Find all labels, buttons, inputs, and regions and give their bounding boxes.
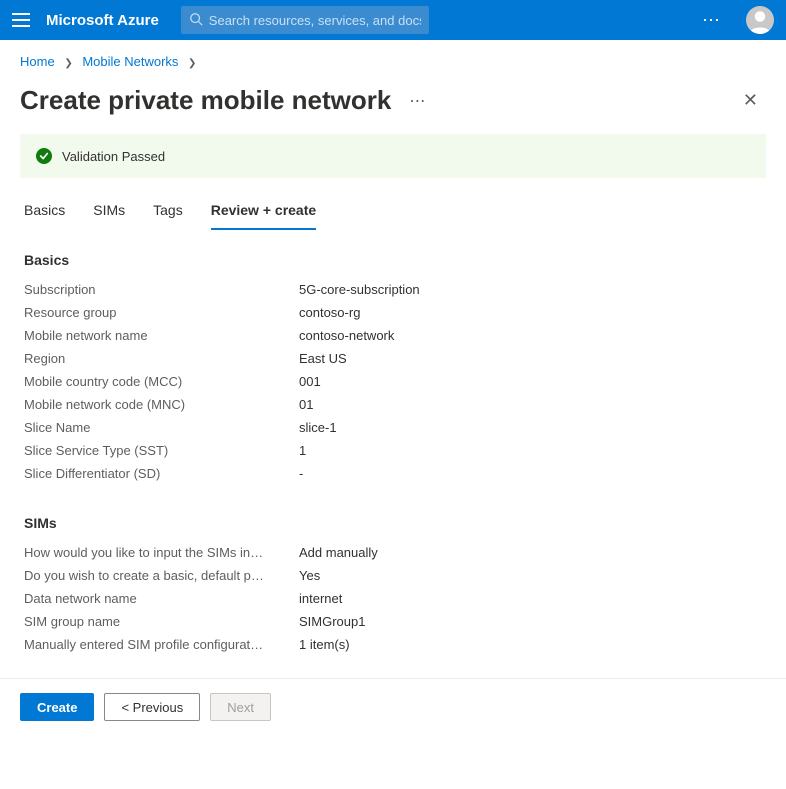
tab-basics[interactable]: Basics — [24, 196, 65, 230]
content: Basics Subscription5G-core-subscriptionR… — [0, 230, 786, 678]
search-input[interactable] — [209, 13, 422, 28]
kv-key: Slice Service Type (SST) — [24, 443, 299, 458]
section-sims: SIMs How would you like to input the SIM… — [24, 515, 762, 652]
tabs: Basics SIMs Tags Review + create — [0, 196, 786, 230]
topbar: Microsoft Azure ⋯ — [0, 0, 786, 40]
search-icon — [189, 12, 203, 29]
check-circle-icon — [36, 148, 52, 164]
validation-text: Validation Passed — [62, 149, 165, 164]
kv-val: 1 item(s) — [299, 637, 350, 652]
kv-row: Mobile network code (MNC)01 — [24, 397, 762, 412]
tab-tags[interactable]: Tags — [153, 196, 183, 230]
kv-val: 001 — [299, 374, 321, 389]
previous-button[interactable]: < Previous — [104, 693, 200, 721]
brand-label: Microsoft Azure — [46, 12, 159, 29]
kv-row: How would you like to input the SIMs in…… — [24, 545, 762, 560]
validation-banner: Validation Passed — [20, 134, 766, 178]
kv-key: Subscription — [24, 282, 299, 297]
kv-val: slice-1 — [299, 420, 337, 435]
kv-key: Mobile network code (MNC) — [24, 397, 299, 412]
kv-val: SIMGroup1 — [299, 614, 365, 629]
kv-val: 5G-core-subscription — [299, 282, 420, 297]
kv-key: SIM group name — [24, 614, 299, 629]
kv-row: Slice Nameslice-1 — [24, 420, 762, 435]
breadcrumb-link-home[interactable]: Home — [20, 54, 55, 69]
breadcrumb: Home ❯ Mobile Networks ❯ — [0, 40, 786, 77]
kv-row: RegionEast US — [24, 351, 762, 366]
kv-row: SIM group nameSIMGroup1 — [24, 614, 762, 629]
kv-key: Slice Differentiator (SD) — [24, 466, 299, 481]
kv-key: Region — [24, 351, 299, 366]
footer: Create < Previous Next — [0, 678, 786, 747]
next-button: Next — [210, 693, 271, 721]
kv-row: Manually entered SIM profile configurat…… — [24, 637, 762, 652]
kv-key: Do you wish to create a basic, default p… — [24, 568, 299, 583]
kv-val: East US — [299, 351, 347, 366]
section-title-basics: Basics — [24, 252, 762, 268]
tab-review-create[interactable]: Review + create — [211, 196, 316, 230]
kv-row: Mobile country code (MCC)001 — [24, 374, 762, 389]
avatar[interactable] — [746, 6, 774, 34]
hamburger-menu-icon[interactable] — [12, 11, 30, 29]
kv-row: Data network nameinternet — [24, 591, 762, 606]
chevron-right-icon: ❯ — [64, 58, 72, 69]
kv-val: internet — [299, 591, 342, 606]
kv-val: Add manually — [299, 545, 378, 560]
kv-row: Slice Differentiator (SD)- — [24, 466, 762, 481]
kv-val: contoso-rg — [299, 305, 360, 320]
kv-val: contoso-network — [299, 328, 394, 343]
topbar-more-icon[interactable]: ⋯ — [694, 10, 730, 31]
kv-val: 1 — [299, 443, 306, 458]
kv-row: Subscription5G-core-subscription — [24, 282, 762, 297]
section-title-sims: SIMs — [24, 515, 762, 531]
kv-key: Mobile network name — [24, 328, 299, 343]
search-box[interactable] — [181, 6, 430, 34]
kv-key: Manually entered SIM profile configurat… — [24, 637, 299, 652]
page-more-icon[interactable]: ⋯ — [409, 91, 426, 111]
close-icon[interactable]: ✕ — [735, 86, 766, 115]
tab-sims[interactable]: SIMs — [93, 196, 125, 230]
kv-row: Slice Service Type (SST)1 — [24, 443, 762, 458]
breadcrumb-link-mobile-networks[interactable]: Mobile Networks — [82, 54, 178, 69]
kv-key: How would you like to input the SIMs in… — [24, 545, 299, 560]
chevron-right-icon: ❯ — [188, 58, 196, 69]
page-header: Create private mobile network ⋯ ✕ — [0, 77, 786, 134]
kv-key: Resource group — [24, 305, 299, 320]
kv-val: - — [299, 466, 303, 481]
kv-row: Do you wish to create a basic, default p… — [24, 568, 762, 583]
page-title: Create private mobile network — [20, 85, 391, 116]
kv-key: Data network name — [24, 591, 299, 606]
kv-val: Yes — [299, 568, 320, 583]
section-basics: Basics Subscription5G-core-subscriptionR… — [24, 252, 762, 481]
kv-key: Slice Name — [24, 420, 299, 435]
kv-val: 01 — [299, 397, 313, 412]
create-button[interactable]: Create — [20, 693, 94, 721]
kv-key: Mobile country code (MCC) — [24, 374, 299, 389]
kv-row: Resource groupcontoso-rg — [24, 305, 762, 320]
kv-row: Mobile network namecontoso-network — [24, 328, 762, 343]
